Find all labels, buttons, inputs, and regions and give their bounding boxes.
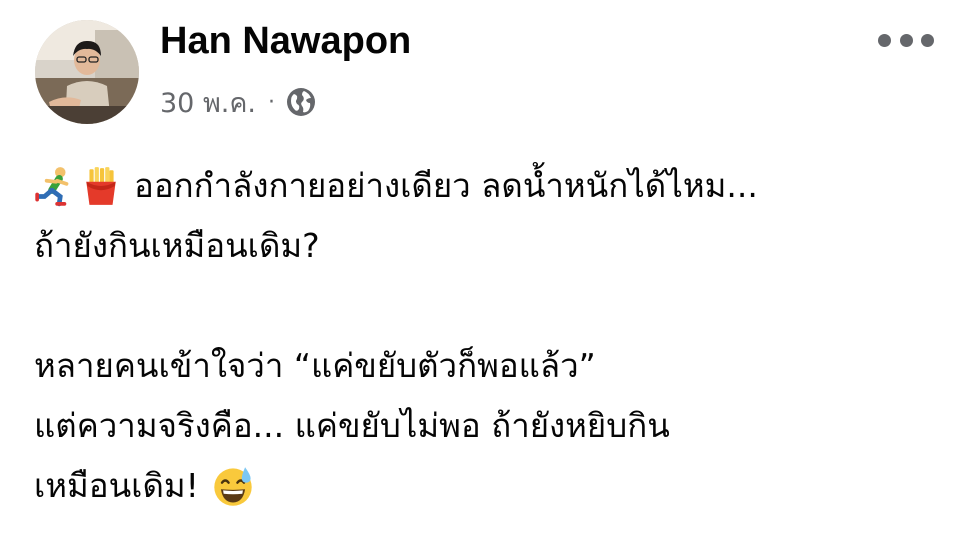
- post-meta: 30 พ.ค. ·: [160, 82, 317, 122]
- more-dot: [899, 33, 913, 47]
- sweat-smile-emoji: [211, 464, 255, 508]
- post-text: แต่ความจริงคือ... แค่ขยับไม่พอ ถ้ายังหยิ…: [34, 406, 670, 445]
- globe-icon[interactable]: [285, 86, 317, 118]
- post-body: ออกกำลังกายอย่างเดียว ลดน้ำหนักได้ไหม...…: [34, 156, 934, 516]
- runner-emoji: [34, 165, 76, 207]
- post-line: แต่ความจริงคือ... แค่ขยับไม่พอ ถ้ายังหยิ…: [34, 396, 934, 456]
- facebook-post: Han Nawapon 30 พ.ค. · ออกกำลังกายอย่างเด…: [0, 0, 960, 540]
- author-name[interactable]: Han Nawapon: [160, 18, 411, 64]
- post-line: เหมือนเดิม!: [34, 456, 934, 516]
- more-options-icon[interactable]: [878, 28, 934, 52]
- avatar-photo: [35, 20, 139, 124]
- fries-emoji: [80, 165, 122, 207]
- post-text: ออกกำลังกายอย่างเดียว ลดน้ำหนักได้ไหม...: [134, 166, 758, 205]
- post-text: ถ้ายังกินเหมือนเดิม?: [34, 226, 320, 265]
- post-line: ถ้ายังกินเหมือนเดิม?: [34, 216, 934, 276]
- more-dot: [921, 33, 934, 47]
- post-date[interactable]: 30 พ.ค.: [160, 81, 256, 124]
- more-dot: [878, 33, 891, 47]
- post-text: เหมือนเดิม!: [34, 466, 199, 505]
- meta-separator: ·: [267, 89, 275, 115]
- post-text: หลายคนเข้าใจว่า “แค่ขยับตัวก็พอแล้ว”: [34, 346, 596, 385]
- post-line: หลายคนเข้าใจว่า “แค่ขยับตัวก็พอแล้ว”: [34, 336, 934, 396]
- post-line: ออกกำลังกายอย่างเดียว ลดน้ำหนักได้ไหม...: [34, 156, 934, 216]
- author-avatar[interactable]: [35, 20, 139, 124]
